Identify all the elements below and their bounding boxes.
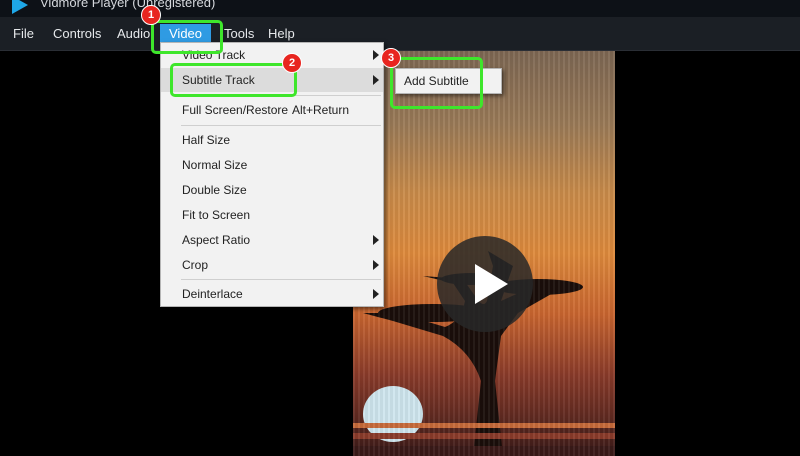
step-badge-3: 3 xyxy=(381,48,401,68)
submenu-arrow-icon xyxy=(373,289,379,299)
step-badge-2: 2 xyxy=(282,53,302,73)
menu-item-crop[interactable]: Crop xyxy=(161,253,383,277)
submenu-arrow-icon xyxy=(373,260,379,270)
menu-controls[interactable]: Controls xyxy=(53,17,101,50)
step-badge-1: 1 xyxy=(141,5,161,25)
menu-file[interactable]: File xyxy=(13,17,34,50)
play-button[interactable] xyxy=(437,236,533,332)
menu-item-double-size[interactable]: Double Size xyxy=(161,178,383,202)
highlight-box-subtitle-track xyxy=(170,63,297,97)
menu-item-half-size[interactable]: Half Size xyxy=(161,128,383,152)
menu-item-deinterlace[interactable]: Deinterlace xyxy=(161,282,383,306)
menu-bar: File Controls Audio Video Tools Help xyxy=(0,17,800,51)
submenu-arrow-icon xyxy=(373,50,379,60)
play-icon xyxy=(475,264,508,304)
menu-item-fit-to-screen[interactable]: Fit to Screen xyxy=(161,203,383,227)
menu-separator xyxy=(181,125,381,126)
app-logo-icon xyxy=(12,0,28,14)
menu-item-aspect-ratio[interactable]: Aspect Ratio xyxy=(161,228,383,252)
highlight-box-add-subtitle xyxy=(390,57,483,109)
menu-item-full-screen[interactable]: Full Screen/Restore Alt+Return xyxy=(161,98,383,122)
title-bar: Vidmore Player (Unregistered) xyxy=(0,0,800,17)
submenu-arrow-icon xyxy=(373,235,379,245)
window-title: Vidmore Player (Unregistered) xyxy=(40,0,216,10)
menu-separator xyxy=(181,279,381,280)
highlight-box-video-menu xyxy=(151,20,223,54)
submenu-arrow-icon xyxy=(373,75,379,85)
menu-item-normal-size[interactable]: Normal Size xyxy=(161,153,383,177)
